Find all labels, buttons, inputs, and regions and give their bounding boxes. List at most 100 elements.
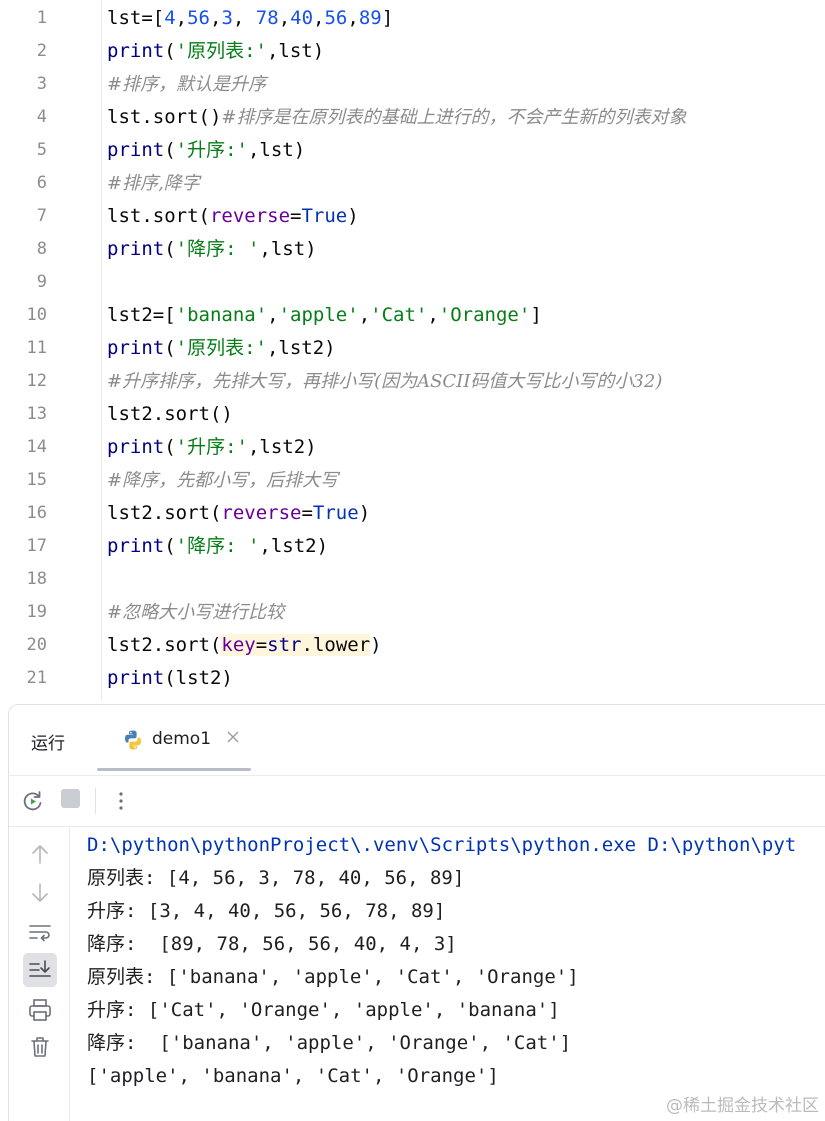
code-line[interactable]: #升序排序，先排大写，再排小写(因为ASCII码值大写比小写的小32) [107, 365, 662, 398]
code-token: ,lst) [247, 139, 306, 161]
code-token: '原列表:' [175, 40, 267, 62]
code-token: , [210, 7, 222, 29]
watermark: @稀土掘金技术社区 [666, 1096, 819, 1116]
code-token: = [290, 205, 302, 227]
code-token: key [221, 634, 256, 656]
line-number: 7 [36, 206, 47, 226]
code-line[interactable]: print(lst2) [107, 662, 233, 695]
code-token: ( [164, 436, 176, 458]
code-token: 78 [255, 7, 279, 29]
line-number: 12 [26, 371, 47, 391]
code-line[interactable]: #降序，先都小写，后排大写 [107, 464, 338, 497]
code-line[interactable]: lst2.sort() [107, 398, 233, 431]
code-token: (lst2) [164, 667, 233, 689]
code-token: True [312, 502, 359, 524]
code-token: ( [164, 535, 176, 557]
console-output-line: 原列表: [4, 56, 3, 78, 40, 56, 89] [87, 867, 465, 889]
code-token: = [255, 634, 268, 656]
code-token: lst2.sort( [107, 502, 222, 524]
line-number: 5 [36, 140, 47, 160]
code-line[interactable]: #排序，默认是升序 [107, 68, 266, 101]
code-line[interactable]: lst.sort()#排序是在原列表的基础上进行的，不会产生新的列表对象 [107, 101, 686, 134]
more-options-icon[interactable] [113, 788, 129, 814]
code-token: ,lst2) [247, 436, 317, 458]
line-number: 10 [26, 305, 47, 325]
line-number: 15 [26, 470, 47, 490]
rerun-icon[interactable] [21, 789, 45, 813]
code-line[interactable]: lst2.sort(key=str.lower) [107, 629, 382, 662]
code-token: '升序:' [175, 139, 248, 161]
code-line[interactable]: print('降序: ',lst) [107, 233, 317, 266]
code-token: ,lst) [266, 40, 325, 62]
code-token: , [358, 304, 371, 326]
stop-button[interactable] [61, 789, 80, 808]
line-number: 9 [36, 272, 47, 292]
code-token: 56 [324, 7, 348, 29]
code-token: print [107, 337, 165, 359]
line-number: 17 [26, 536, 47, 556]
trash-icon[interactable] [25, 1032, 55, 1062]
code-token: , [347, 7, 359, 29]
code-token: reverse [221, 502, 302, 524]
console-output-line: 降序: [89, 78, 56, 56, 40, 4, 3] [87, 933, 457, 955]
code-token: print [107, 139, 165, 161]
console-output-line: 升序: ['Cat', 'Orange', 'apple', 'banana'] [87, 999, 560, 1021]
console-output[interactable]: D:\python\pythonProject\.venv\Scripts\py… [87, 827, 825, 1121]
code-line[interactable]: print('原列表:',lst2) [107, 332, 336, 365]
code-line[interactable]: #忽略大小写进行比较 [107, 596, 284, 629]
code-line[interactable]: lst.sort(reverse=True) [107, 200, 359, 233]
code-token: , [232, 7, 256, 29]
close-icon[interactable] [226, 730, 240, 744]
soft-wrap-icon[interactable] [25, 917, 55, 947]
line-number: 11 [26, 338, 47, 358]
code-line[interactable]: #排序,降字 [107, 167, 200, 200]
code-token: ] [381, 7, 394, 29]
code-token: print [107, 40, 165, 62]
code-line[interactable]: print('原列表:',lst) [107, 35, 324, 68]
arrow-up-icon[interactable] [25, 839, 55, 869]
code-token: ) [358, 502, 371, 524]
code-token: ) [370, 634, 382, 656]
line-number: 14 [26, 437, 47, 457]
code-token: lst.sort( [107, 205, 210, 227]
arrow-down-icon[interactable] [25, 878, 55, 908]
code-line[interactable]: lst2.sort(reverse=True) [107, 497, 370, 530]
code-token: 'Cat' [370, 304, 428, 326]
code-line[interactable]: print('升序:',lst2) [107, 431, 317, 464]
line-number: 2 [36, 41, 47, 61]
code-token: 'apple' [278, 304, 359, 326]
run-toolbar [9, 775, 825, 827]
line-number: 3 [36, 74, 47, 94]
code-line[interactable]: print('升序:',lst) [107, 134, 305, 167]
code-line[interactable]: print('降序: ',lst2) [107, 530, 328, 563]
scroll-to-end-icon [29, 960, 51, 977]
code-token: print [107, 667, 165, 689]
code-token: print [107, 238, 165, 260]
line-number: 20 [26, 635, 47, 655]
python-icon [125, 730, 141, 750]
code-token: print [107, 436, 165, 458]
code-token: #排序是在原列表的基础上进行的，不会产生新的列表对象 [221, 107, 687, 128]
line-number: 6 [36, 173, 47, 193]
tab-demo1[interactable]: demo1 [97, 705, 249, 771]
line-number: 16 [26, 503, 47, 523]
code-editor[interactable]: 1 2 3 4 5 6 7 8 9 10 11 12 13 14 15 16 17 18 19 20 21 lst=[4… [0, 0, 825, 700]
console-output-line: ['apple', 'banana', 'Cat', 'Orange'] [87, 1065, 499, 1087]
tab-demo1-label: demo1 [152, 729, 212, 749]
code-token: reverse [209, 205, 291, 227]
code-token: ] [530, 304, 542, 326]
print-icon[interactable] [25, 995, 55, 1025]
scroll-to-end-button[interactable] [23, 953, 57, 987]
code-token: '降序: ' [175, 535, 260, 557]
code-token: #升序排序，先排大写，再排小写(因为ASCII码值大写比小写的小32) [107, 371, 663, 392]
code-token: ( [164, 139, 176, 161]
code-token: print [107, 535, 165, 557]
code-line[interactable]: lst=[4,56,3, 78,40,56,89] [107, 2, 393, 35]
code-token: '降序: ' [175, 238, 260, 260]
code-line[interactable]: lst2=['banana','apple','Cat','Orange'] [107, 299, 542, 332]
code-token: , [175, 7, 188, 29]
code-token: ( [164, 238, 176, 260]
code-token: 4 [164, 7, 176, 29]
code-token: 56 [187, 7, 210, 29]
code-token: , [278, 7, 291, 29]
